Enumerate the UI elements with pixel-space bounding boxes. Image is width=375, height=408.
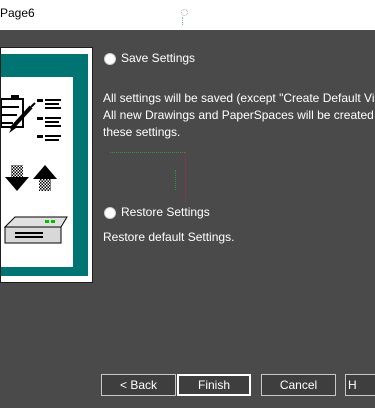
finish-button[interactable]: Finish (177, 374, 251, 396)
drag-handle-line (182, 17, 187, 25)
save-description-line: these settings. (103, 125, 181, 139)
arrow-up-icon (33, 165, 57, 191)
restore-settings-label[interactable]: Restore Settings (121, 205, 210, 219)
printer-icon (3, 216, 68, 244)
dialog-titlebar: Page6 (0, 0, 375, 30)
wizard-illustration (0, 47, 93, 283)
help-button[interactable]: H (345, 374, 375, 396)
settings-illustration-icon (0, 95, 68, 244)
back-button[interactable]: < Back (101, 374, 176, 396)
save-settings-description: All settings will be saved (except "Crea… (103, 90, 375, 141)
illustration-card (0, 77, 73, 267)
text-lines-icon (37, 99, 61, 141)
drag-handle-icon (181, 9, 188, 16)
illustration-frame (0, 54, 88, 276)
save-settings-label[interactable]: Save Settings (121, 51, 195, 65)
cancel-button[interactable]: Cancel (261, 374, 336, 396)
guide-line (185, 152, 186, 202)
arrow-down-icon (5, 165, 29, 191)
restore-settings-radio[interactable] (104, 207, 116, 219)
dialog-title: Page6 (0, 6, 35, 20)
guide-line (175, 170, 176, 190)
restore-settings-description: Restore default Settings. (103, 230, 235, 244)
save-settings-radio[interactable] (104, 53, 116, 65)
save-description-line: All settings will be saved (except "Crea… (103, 91, 375, 105)
save-description-line: All new Drawings and PaperSpaces will be… (103, 108, 375, 122)
guide-line (110, 152, 185, 153)
